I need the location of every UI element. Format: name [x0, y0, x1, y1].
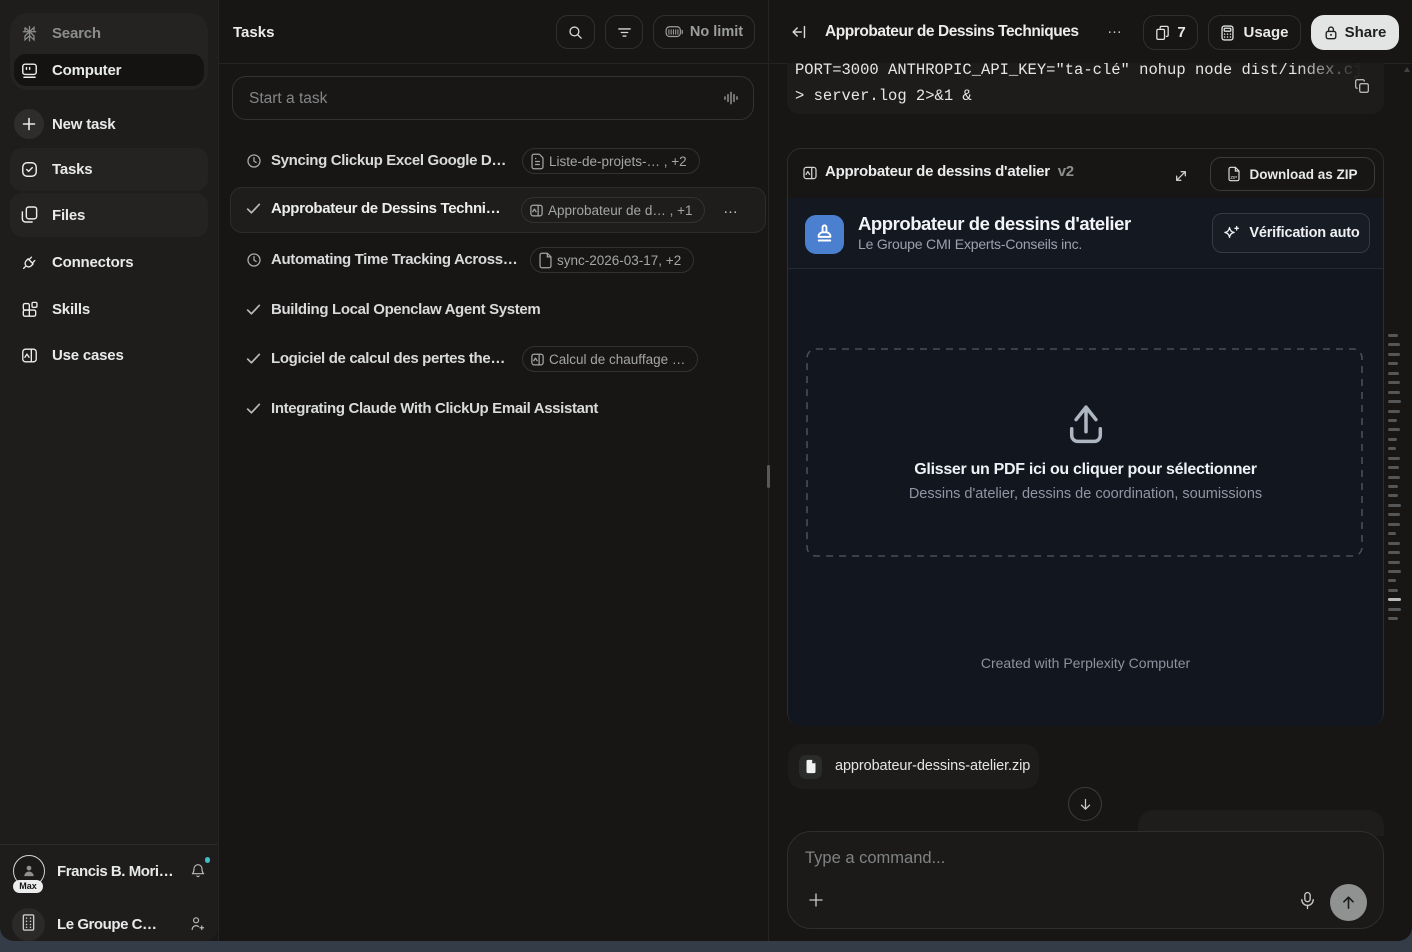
svg-text:ZIP: ZIP: [1231, 175, 1238, 180]
